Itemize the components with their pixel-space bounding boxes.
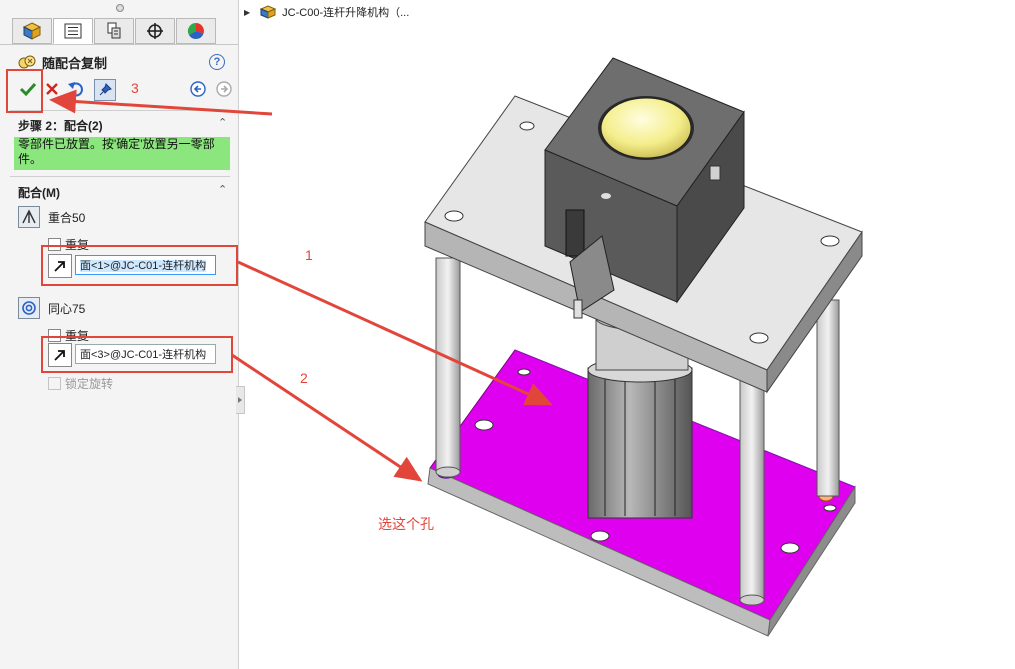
- annotation-label-3: 3: [131, 80, 139, 96]
- annotation-label-1: 1: [305, 247, 313, 263]
- annotation-hint: 选这个孔: [378, 516, 434, 532]
- annotation-label-2: 2: [300, 370, 308, 386]
- graphics-viewport[interactable]: [0, 0, 1015, 669]
